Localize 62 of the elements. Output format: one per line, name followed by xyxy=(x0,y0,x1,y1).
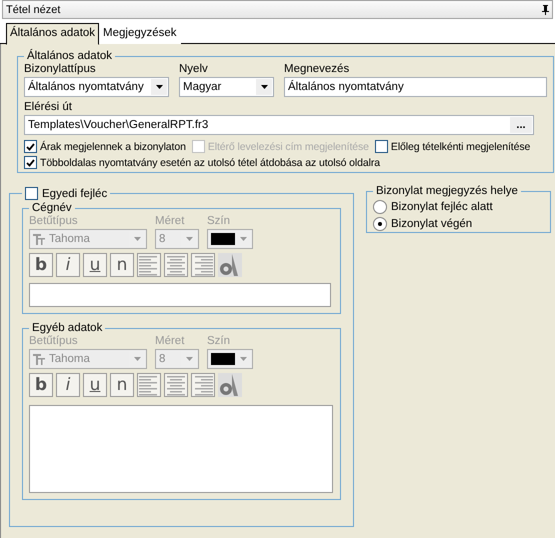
field-label: Méret xyxy=(155,215,186,227)
field-label: Betűtípus xyxy=(29,215,79,227)
field-label: Szín xyxy=(207,215,232,227)
tab[interactable]: Általános adatok xyxy=(6,23,100,45)
path-field[interactable]: Templates\Voucher\GeneralRPT.fr3 ... xyxy=(24,115,534,135)
checkbox-label: Árak megjelennek a bizonylaton xyxy=(40,140,186,152)
text-field[interactable]: Általános nyomtatvány xyxy=(284,77,547,97)
dropdown-arrow-icon xyxy=(156,85,162,89)
checkbox[interactable] xyxy=(25,187,38,200)
field-label: Méret xyxy=(155,335,186,347)
font-icon xyxy=(33,354,45,364)
align-right-icon xyxy=(191,253,215,277)
group-title: Egyéb adatok xyxy=(31,322,104,334)
field-label: Elérési út xyxy=(24,101,73,113)
size-value: 8 xyxy=(159,353,166,365)
checkbox-label: Eltérő levelezési cím megjelenítése xyxy=(208,140,369,152)
font-name: Tahoma xyxy=(49,233,90,245)
dropdown[interactable]: Általános nyomtatvány xyxy=(24,77,169,97)
browse-button[interactable]: ... xyxy=(510,117,532,133)
group-title: Általános adatok xyxy=(26,50,114,62)
text-field[interactable] xyxy=(29,283,331,307)
path-value: Templates\Voucher\GeneralRPT.fr3 xyxy=(28,119,208,131)
pin-icon xyxy=(542,4,549,14)
dropdown-arrow-icon xyxy=(186,237,192,241)
text-area[interactable] xyxy=(29,405,333,493)
color-picker[interactable] xyxy=(207,229,253,249)
align-center-icon xyxy=(164,253,188,277)
dropdown[interactable]: Magyar xyxy=(179,77,274,97)
radio-button[interactable] xyxy=(373,200,387,214)
radio-label: Bizonylat végén xyxy=(391,218,472,230)
panel-title: Tétel nézet xyxy=(6,4,60,16)
size-value: 8 xyxy=(159,233,166,245)
font-name: Tahoma xyxy=(49,353,90,365)
color-picker[interactable] xyxy=(207,349,253,369)
radio-button[interactable] xyxy=(373,217,387,231)
align-left-icon xyxy=(137,373,161,397)
align-right-icon xyxy=(191,373,215,397)
dropdown-arrow-icon xyxy=(134,237,140,241)
dropdown-arrow-icon xyxy=(186,357,192,361)
group-title: Bizonylat megjegyzés helye xyxy=(375,185,519,197)
field-label: Megnevezés xyxy=(284,63,350,75)
checkbox-label: Többoldalas nyomtatvány esetén az utolsó tétel átdobása az utolsó oldalra xyxy=(40,156,380,168)
dropdown-arrow-icon xyxy=(240,237,246,241)
radio-label: Bizonylat fejléc alatt xyxy=(391,201,493,213)
dropdown-arrow-icon xyxy=(134,357,140,361)
dropdown-arrow-icon xyxy=(240,357,246,361)
checkbox-label: Egyedi fejléc xyxy=(42,188,108,200)
field-label: Nyelv xyxy=(179,63,209,75)
dropdown-arrow-icon xyxy=(260,85,268,89)
font-style-icon xyxy=(218,373,242,397)
field-label: Betűtípus xyxy=(29,335,79,347)
field-label: Bizonylattípus xyxy=(24,63,97,75)
font-icon xyxy=(33,234,45,244)
group-title: Cégnév xyxy=(31,202,73,214)
align-center-icon xyxy=(164,373,188,397)
align-left-icon xyxy=(137,253,161,277)
checkbox[interactable] xyxy=(374,140,388,153)
checkbox-label: Előleg tételkénti megjelenítése xyxy=(390,140,530,152)
checkbox[interactable] xyxy=(24,140,37,153)
checkbox[interactable] xyxy=(24,156,37,169)
field-label: Szín xyxy=(207,335,232,347)
font-style-icon xyxy=(218,253,242,277)
